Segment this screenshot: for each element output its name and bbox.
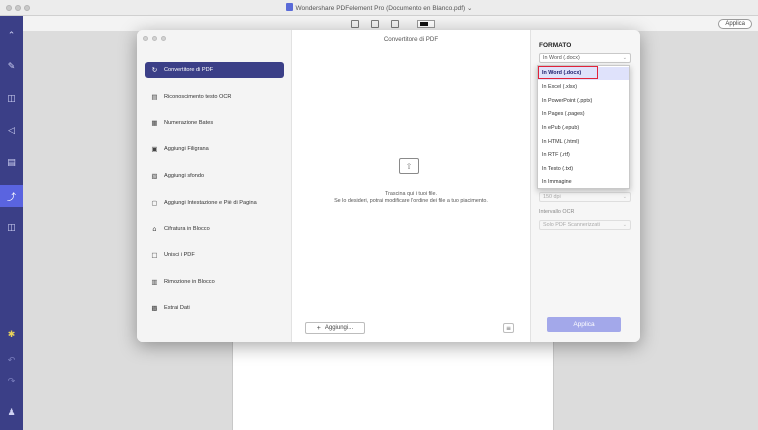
background-icon: ▧: [151, 172, 158, 180]
app-logo-icon: ✱: [7, 330, 16, 340]
redo-icon[interactable]: ↷: [0, 371, 23, 393]
plus-icon: +: [316, 324, 321, 332]
format-option[interactable]: In Pages (.pages): [538, 108, 629, 121]
format-option[interactable]: In Immagine: [538, 176, 629, 189]
highlight-tool-icon[interactable]: [351, 20, 359, 28]
extract-icon: ▩: [151, 304, 158, 312]
chevron-down-icon: ⌄: [622, 222, 627, 228]
chat-icon[interactable]: ◫: [0, 217, 23, 239]
drop-hint-primary: Trascina qui i tuoi file.: [385, 191, 437, 197]
format-option[interactable]: In Word (.docx): [538, 67, 629, 80]
nav-label: Estrai Dati: [164, 305, 190, 311]
apply-button[interactable]: Applica: [547, 317, 621, 332]
nav-item-pdf-converter[interactable]: ↻ Convertitore di PDF: [145, 62, 284, 78]
toolbar-apply-button[interactable]: Applica: [718, 19, 752, 29]
add-files-label: Aggiungi...: [324, 325, 354, 331]
chevron-down-icon: ⌄: [622, 55, 627, 61]
folder-upload-icon: ⇧: [399, 158, 419, 174]
chevron-up-icon[interactable]: ⌃: [0, 25, 23, 47]
user-icon[interactable]: ♟: [0, 402, 23, 424]
nav-label: Rimozione in Blocco: [164, 279, 215, 285]
ocr-icon: ▤: [151, 93, 158, 101]
nav-label: Aggiungi Filigrana: [164, 146, 209, 152]
add-files-button[interactable]: + Aggiungi...: [305, 322, 365, 334]
undo-icon[interactable]: ↶: [0, 350, 23, 372]
dialog-close-button[interactable]: [143, 36, 148, 41]
title-bar: Wondershare PDFelement Pro (Documento en…: [0, 0, 758, 16]
ocr-range-select[interactable]: Solo PDF Scannerizzati ⌄: [539, 220, 631, 230]
note-tool-icon[interactable]: [371, 20, 379, 28]
file-drop-area[interactable]: Convertitore di PDF ⇧ Trascina qui i tuo…: [292, 30, 530, 342]
format-option[interactable]: In RTF (.rtf): [538, 149, 629, 162]
convert-icon[interactable]: ⤴: [0, 185, 23, 207]
nav-item-remove[interactable]: ▥ Rimozione in Blocco: [145, 274, 284, 290]
format-option[interactable]: In Testo (.txt): [538, 163, 629, 176]
dialog-zoom-button[interactable]: [161, 36, 166, 41]
nav-item-header-footer[interactable]: ▢ Aggiungi Intestazione e Piè di Pagina: [145, 195, 284, 211]
trash-icon: ▥: [151, 278, 158, 286]
tools-sidebar: ↻ Convertitore di PDF ▤ Riconoscimento tes…: [137, 30, 292, 342]
dpi-select-value: 150 dpi: [543, 194, 561, 200]
nav-item-watermark[interactable]: ▣ Aggiungi Filigrana: [145, 141, 284, 157]
format-select-value: In Word (.docx): [543, 55, 580, 61]
nav-label: Numerazione Bates: [164, 120, 214, 126]
nav-label: Aggiungi sfondo: [164, 173, 205, 179]
dialog-title: Convertitore di PDF: [383, 36, 439, 43]
nav-label: Convertitore di PDF: [164, 67, 214, 73]
nav-item-background[interactable]: ▧ Aggiungi sfondo: [145, 168, 284, 184]
nav-label: Cifratura in Blocco: [164, 226, 210, 232]
lock-icon: ⌂: [152, 225, 157, 233]
textbox-tool-icon[interactable]: [391, 20, 399, 28]
ocr-range-value: Solo PDF Scannerizzati: [543, 222, 600, 228]
nav-item-bates[interactable]: ▦ Numerazione Bates: [145, 115, 284, 131]
pdf-document-icon: [285, 3, 293, 11]
nav-item-ocr[interactable]: ▤ Riconoscimento testo OCR: [145, 89, 284, 105]
format-option[interactable]: In HTML (.html): [538, 136, 629, 149]
dpi-select[interactable]: 150 dpi ⌄: [539, 192, 631, 202]
merge-icon: □: [151, 251, 158, 259]
format-option[interactable]: In ePub (.epub): [538, 122, 629, 135]
nav-label: Unisci i PDF: [164, 252, 195, 258]
form-icon[interactable]: ▤: [0, 152, 23, 174]
format-dropdown-list: In Word (.docx) In Excel (.xlsx) In Powe…: [537, 65, 630, 189]
ocr-range-label: Intervallo OCR: [539, 209, 575, 215]
dialog-minimize-button[interactable]: [152, 36, 157, 41]
bates-icon: ▦: [151, 119, 158, 127]
watermark-icon: ▣: [151, 145, 158, 153]
window-title-text: Wondershare PDFelement Pro (Documento en…: [295, 5, 473, 12]
header-footer-icon: ▢: [151, 199, 158, 207]
format-option[interactable]: In PowerPoint (.pptx): [538, 95, 629, 108]
nav-label: Aggiungi Intestazione e Piè di Pagina: [164, 200, 257, 206]
comment-icon[interactable]: ◫: [0, 88, 23, 110]
format-select[interactable]: In Word (.docx) ⌄: [539, 53, 631, 63]
color-picker[interactable]: [417, 20, 435, 28]
nav-item-encryption[interactable]: ⌂ Cifratura in Blocco: [145, 221, 284, 237]
left-sidebar: ⌃ ✎ ◫ ◁ ▤ ⤴ ◫ ✱ ↶ ↷ ♟: [0, 16, 23, 430]
format-option[interactable]: In Excel (.xlsx): [538, 81, 629, 94]
window-title: Wondershare PDFelement Pro (Documento en…: [0, 3, 758, 12]
format-label: FORMATO: [539, 42, 572, 49]
chevron-down-icon: ⌄: [622, 194, 627, 200]
send-icon[interactable]: ◁: [0, 120, 23, 142]
nav-item-merge[interactable]: □ Unisci i PDF: [145, 247, 284, 263]
convert-icon: ↻: [151, 66, 158, 74]
nav-item-extract-data[interactable]: ▩ Estrai Dati: [145, 300, 284, 316]
list-view-button[interactable]: ≡: [503, 323, 514, 333]
nav-label: Riconoscimento testo OCR: [164, 94, 232, 100]
drop-hint-secondary: Se lo desideri, potrai modificare l'ordi…: [334, 198, 488, 204]
pencil-icon[interactable]: ✎: [0, 56, 23, 78]
